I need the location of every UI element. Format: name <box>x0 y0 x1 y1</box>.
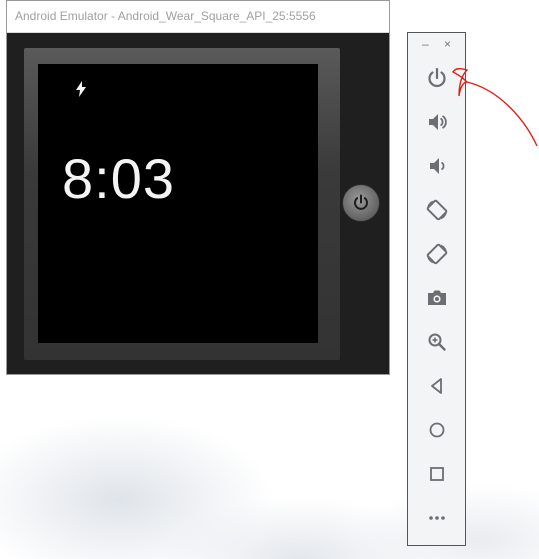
more-icon <box>429 516 445 520</box>
zoom-button[interactable] <box>422 327 452 357</box>
overview-icon <box>430 467 444 481</box>
more-button[interactable] <box>422 503 452 533</box>
close-button[interactable]: × <box>444 37 451 51</box>
home-icon <box>429 422 445 438</box>
clock-time: 8:03 <box>62 147 175 210</box>
camera-icon <box>428 290 446 305</box>
rotate-left-button[interactable] <box>422 195 452 225</box>
back-icon <box>431 378 442 394</box>
overview-button[interactable] <box>422 459 452 489</box>
rotate-left-icon <box>426 199 448 221</box>
rotate-right-icon <box>426 243 448 265</box>
volume-down-icon <box>430 158 445 174</box>
power-icon <box>428 67 446 88</box>
screenshot-button[interactable] <box>422 283 452 313</box>
zoom-icon <box>428 333 446 351</box>
minimize-button[interactable]: – <box>422 37 429 51</box>
bolt-icon <box>76 81 86 97</box>
window-title: Android Emulator - Android_Wear_Square_A… <box>15 9 316 23</box>
rotate-right-button[interactable] <box>422 239 452 269</box>
power-icon <box>354 194 368 210</box>
volume-down-button[interactable] <box>422 151 452 181</box>
volume-up-button[interactable] <box>422 107 452 137</box>
title-bar[interactable]: Android Emulator - Android_Wear_Square_A… <box>7 1 389 33</box>
device-frame: 8:03 <box>24 48 340 360</box>
emulator-window: Android Emulator - Android_Wear_Square_A… <box>6 0 390 375</box>
device-power-button[interactable] <box>342 184 380 222</box>
device-screen[interactable]: 8:03 <box>38 64 318 343</box>
back-button[interactable] <box>422 371 452 401</box>
volume-up-icon <box>429 114 447 130</box>
emulator-toolbar: – × <box>407 32 466 546</box>
home-button[interactable] <box>422 415 452 445</box>
power-button[interactable] <box>422 63 452 93</box>
